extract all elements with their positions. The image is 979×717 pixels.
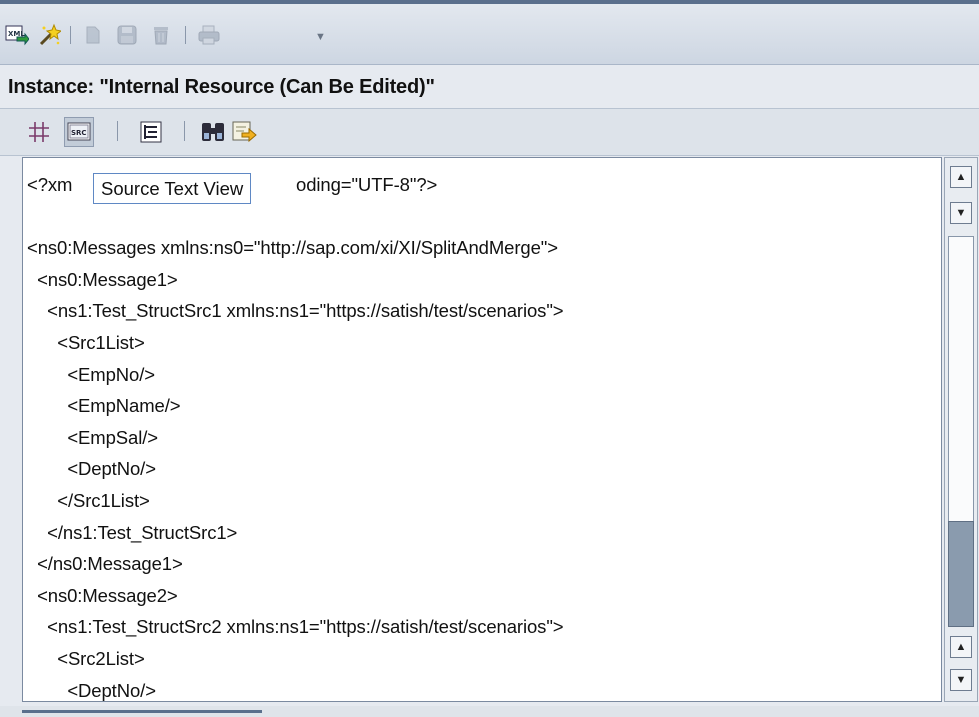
code-line: <EmpNo/>	[27, 363, 155, 385]
code-line: <Src2List>	[27, 648, 145, 669]
toolbar-separator	[70, 26, 71, 44]
code-line: </Src1List>	[27, 490, 150, 511]
code-line: </ns1:Test_StructSrc1>	[27, 521, 238, 543]
bottom-status-bar	[0, 706, 979, 717]
code-line-tail: oding="UTF-8"?>	[296, 174, 438, 195]
code-line: <ns1:Test_StructSrc2 xmlns:ns1="https://…	[27, 616, 564, 638]
code-line: <ns0:Messages xmlns:ns0="http://sap.com/…	[27, 237, 558, 259]
print-icon[interactable]	[196, 22, 222, 48]
tree-view-icon[interactable]	[136, 117, 166, 147]
code-line: </ns0:Message1>	[27, 553, 183, 575]
toolbar-separator	[117, 121, 118, 141]
code-line: <DeptNo/>	[27, 679, 156, 701]
scrollbar-thumb[interactable]	[948, 521, 974, 627]
page-down-icon[interactable]: ▼	[950, 669, 972, 691]
delete-icon[interactable]	[148, 22, 174, 48]
code-line: <ns1:Test_StructSrc1 xmlns:ns1="https://…	[27, 300, 564, 322]
source-text-view-tooltip: Source Text View	[93, 173, 252, 204]
xml-import-icon[interactable]: XML	[4, 22, 30, 48]
code-line: <Src1List>	[27, 332, 145, 353]
code-line: <DeptNo/>	[27, 458, 156, 480]
wizard-icon[interactable]	[36, 22, 62, 48]
code-line: <EmpSal/>	[27, 426, 158, 448]
code-line: <EmpName/>	[27, 395, 181, 417]
save-icon[interactable]	[114, 22, 140, 48]
toolbar-separator	[185, 26, 186, 44]
source-view-button[interactable]: SRC	[64, 117, 94, 147]
source-view-icon: SRC	[67, 122, 91, 141]
scroll-up-icon[interactable]: ▲	[950, 166, 972, 188]
toolbar-separator	[184, 121, 185, 141]
main-toolbar: XML ▼	[0, 4, 979, 65]
svg-text:SRC: SRC	[71, 129, 87, 137]
page-up-icon[interactable]: ▲	[950, 636, 972, 658]
scroll-down-icon[interactable]: ▼	[950, 202, 972, 224]
view-toolbar: SRC	[0, 108, 979, 156]
code-line: <ns0:Message1>	[27, 268, 178, 290]
export-icon[interactable]	[230, 117, 260, 147]
scrollbar-track[interactable]	[948, 236, 974, 627]
print-dropdown-arrow-icon[interactable]: ▼	[315, 31, 326, 43]
instance-title: Instance: "Internal Resource (Can Be Edi…	[8, 76, 435, 98]
source-text-editor[interactable]: <?xm <ns0:Messages xmlns:ns0="http://sap.…	[22, 157, 942, 702]
vertical-scrollbar[interactable]: ▲ ▼ ▲ ▼	[944, 157, 978, 702]
code-line: <ns0:Message2>	[27, 584, 178, 606]
code-line: <?xm	[27, 174, 73, 195]
grid-view-icon[interactable]	[24, 117, 54, 147]
new-icon[interactable]	[80, 22, 106, 48]
find-icon[interactable]	[198, 117, 228, 147]
